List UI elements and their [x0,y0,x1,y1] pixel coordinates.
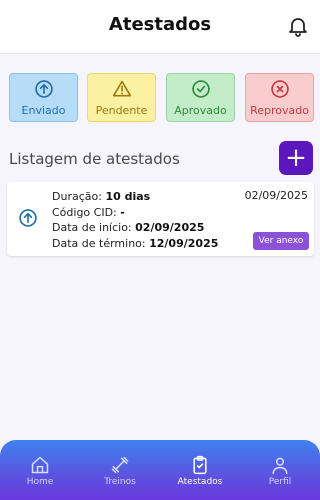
bottom-navigation: Home Treinos Atestados Perfil [0,440,320,500]
end-date-row: Data de término: 12/09/2025 [52,236,218,252]
list-title: Listagem de atestados [9,150,180,168]
check-circle-icon [192,80,210,98]
duration-row: Duração: 10 dias [52,189,218,205]
app-header: Atestados [0,0,320,54]
cid-value: - [120,205,125,219]
nav-treinos-label: Treinos [104,477,136,487]
duration-label: Duração: [52,190,102,203]
page-title: Atestados [108,14,212,35]
nav-perfil[interactable]: Perfil [240,440,320,500]
filter-enviado[interactable]: Enviado [9,73,78,122]
nav-atestados[interactable]: Atestados [160,440,240,500]
end-date-value: 12/09/2025 [149,236,219,250]
nav-home[interactable]: Home [0,440,80,500]
filter-reprovado-label: Reprovado [250,104,309,117]
start-date-label: Data de início: [52,221,132,234]
nav-perfil-label: Perfil [268,477,292,487]
atestado-details: Duração: 10 dias Código CID: - Data de i… [52,189,218,251]
submission-date: 02/09/2025 [244,189,308,202]
filter-reprovado[interactable]: Reprovado [245,73,314,122]
view-attachment-button[interactable]: Ver anexo [253,232,309,250]
list-item[interactable]: Duração: 10 dias Código CID: - Data de i… [7,182,314,256]
start-date-row: Data de início: 02/09/2025 [52,220,218,236]
add-atestado-button[interactable]: + [279,141,313,175]
duration-value: 10 dias [105,190,151,203]
warning-triangle-icon [112,80,132,97]
start-date-value: 02/09/2025 [135,221,205,234]
filter-aprovado[interactable]: Aprovado [166,73,235,122]
end-date-label: Data de término: [52,236,146,250]
home-icon [31,456,49,474]
cid-label: Código CID: [52,205,117,219]
status-filter-bar: Enviado Pendente Aprovado Reprovado [9,73,314,123]
nav-atestados-label: Atestados [177,477,223,487]
dumbbell-icon [111,456,129,474]
nav-home-label: Home [26,477,54,487]
filter-enviado-label: Enviado [21,104,66,117]
filter-aprovado-label: Aprovado [174,104,227,117]
nav-treinos[interactable]: Treinos [80,440,160,500]
bell-icon[interactable] [286,14,310,38]
x-circle-icon [271,80,289,98]
clipboard-check-icon [193,455,207,475]
arrow-up-circle-icon [19,209,37,227]
filter-pendente[interactable]: Pendente [87,73,156,122]
arrow-up-circle-icon [35,80,53,98]
cid-row: Código CID: - [52,205,218,221]
filter-pendente-label: Pendente [95,104,148,117]
person-icon [272,457,288,475]
